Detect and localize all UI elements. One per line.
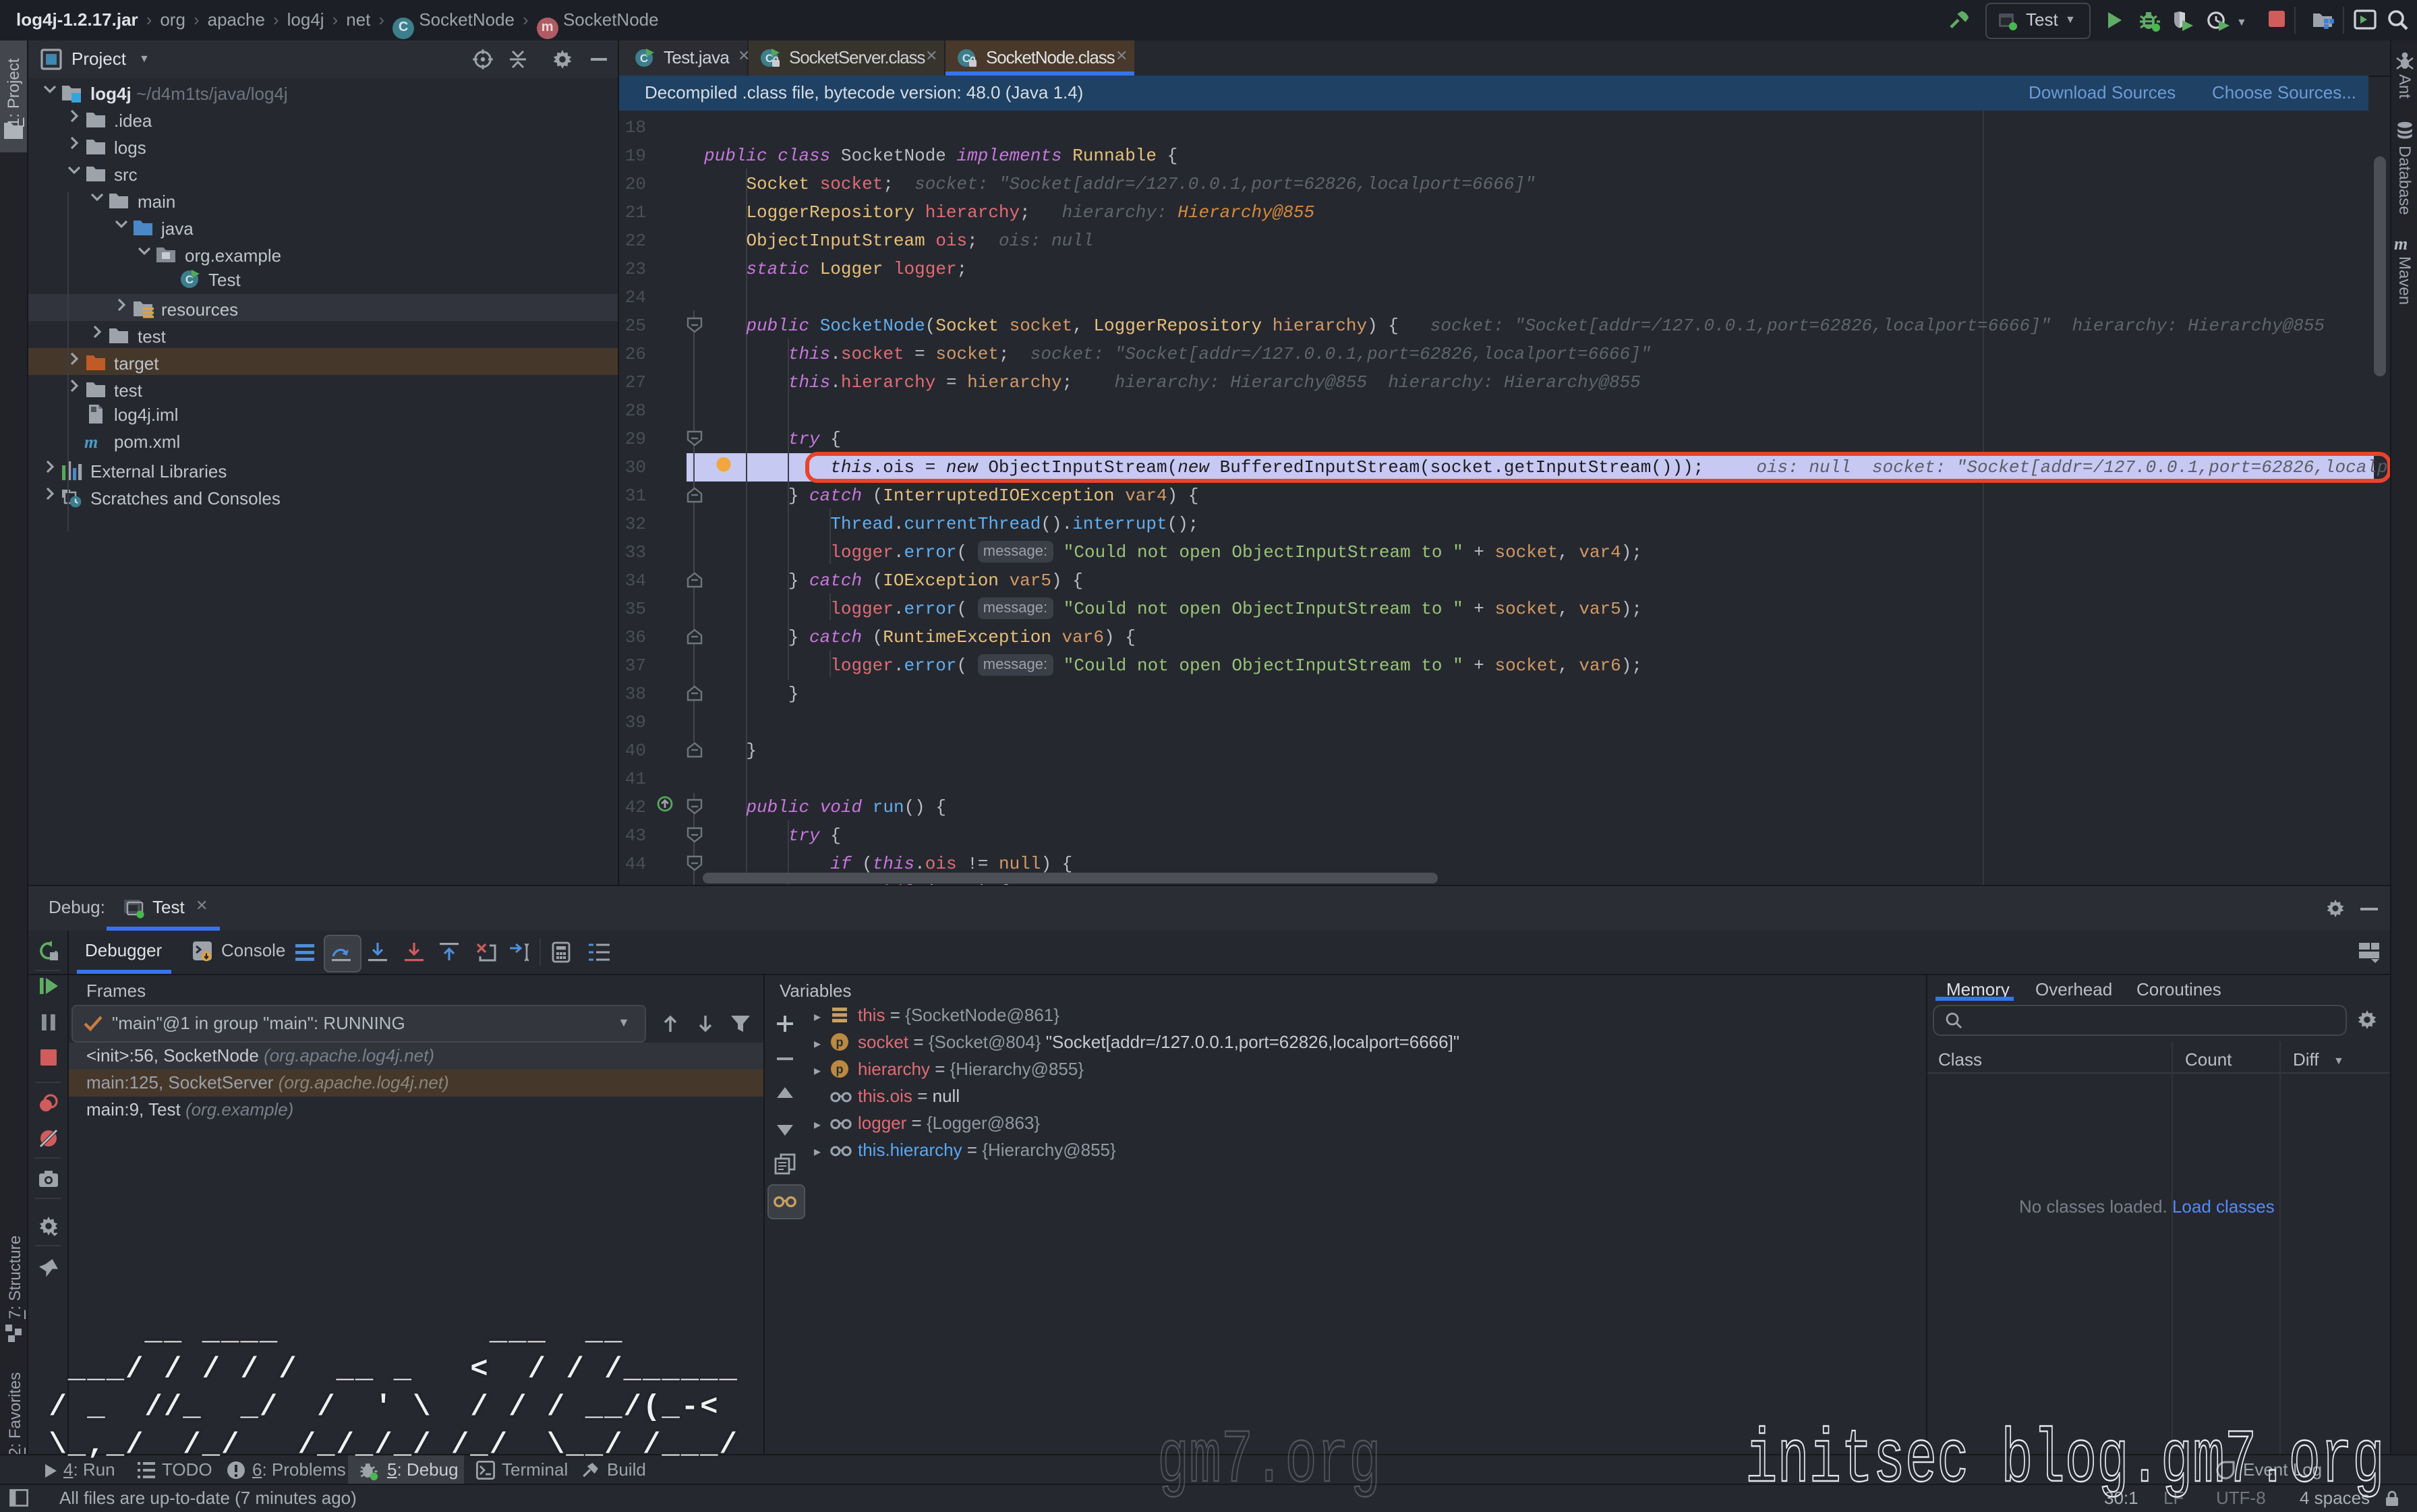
svg-text:p: p: [836, 1063, 844, 1076]
svg-text:p: p: [836, 1036, 844, 1049]
